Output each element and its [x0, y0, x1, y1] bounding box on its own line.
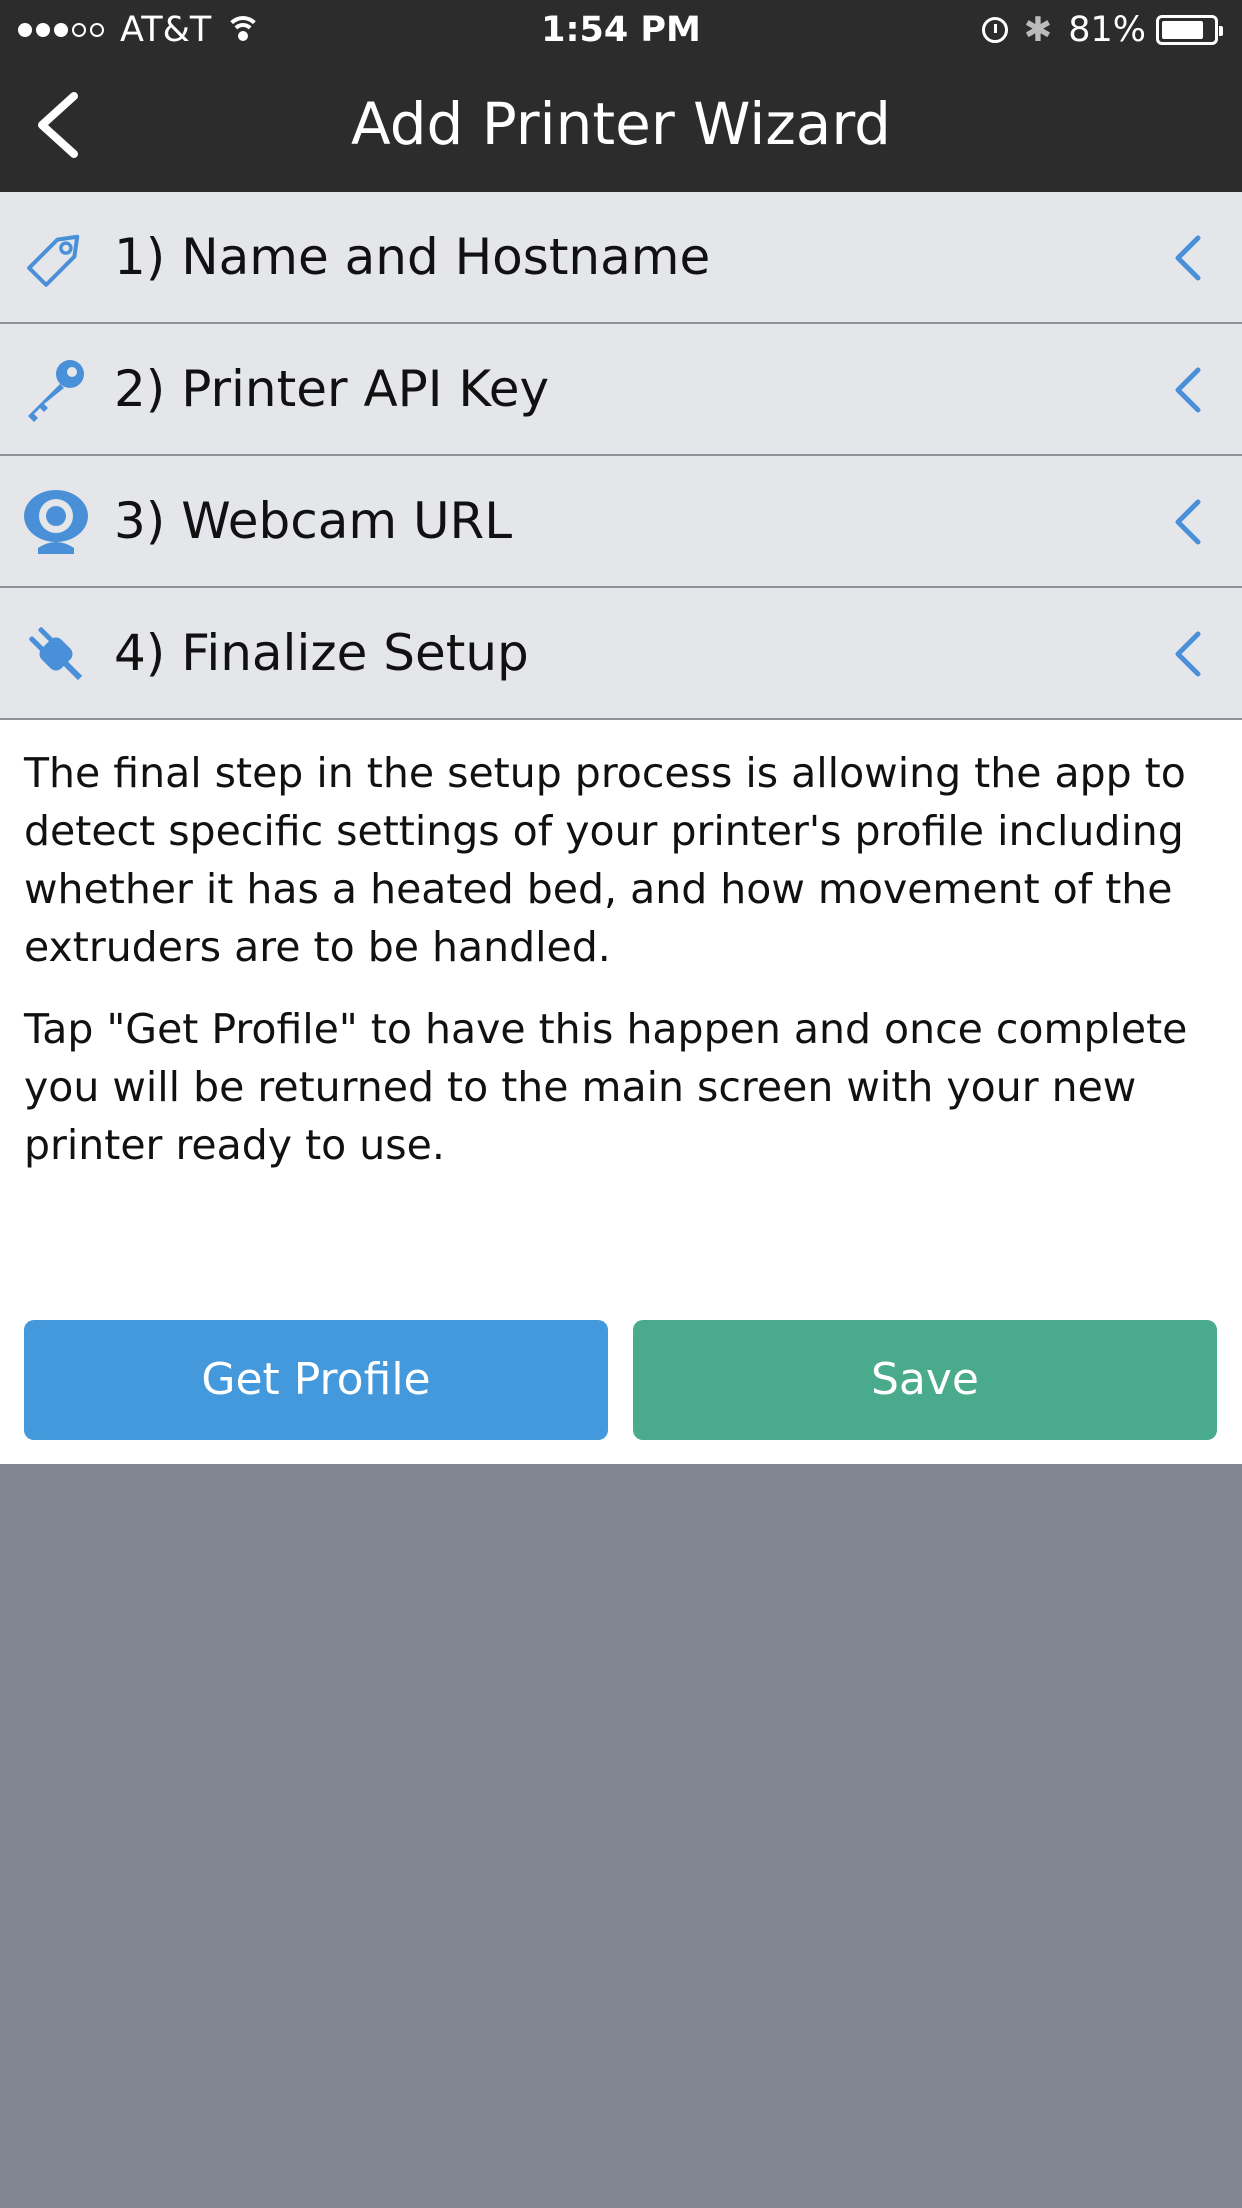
screen: AT&T 1:54 PM ✱ 81% Add Printer Wizard 1)…	[0, 0, 1242, 2208]
wizard-steps: 1) Name and Hostname 2) Printer API Key	[0, 192, 1242, 720]
alarm-icon	[981, 17, 1008, 43]
top-bar: AT&T 1:54 PM ✱ 81% Add Printer Wizard	[0, 0, 1242, 192]
key-icon	[28, 360, 84, 422]
step-label: 1) Name and Hostname	[114, 228, 711, 286]
chevron-left-icon	[1175, 367, 1201, 413]
chevron-left-icon	[1175, 499, 1201, 545]
battery-percent: 81%	[1068, 10, 1146, 50]
status-right: ✱ 81%	[981, 0, 1224, 60]
chevron-left-icon	[1175, 235, 1201, 281]
save-button[interactable]: Save	[633, 1320, 1217, 1440]
step-name-and-hostname[interactable]: 1) Name and Hostname	[0, 192, 1242, 324]
instruction-paragraph: Tap "Get Profile" to have this happen an…	[24, 1005, 1188, 1169]
step-printer-api-key[interactable]: 2) Printer API Key	[0, 324, 1242, 456]
battery-icon	[1156, 15, 1223, 45]
step-webcam-url[interactable]: 3) Webcam URL	[0, 456, 1242, 588]
bluetooth-icon: ✱	[1023, 10, 1053, 50]
instruction-paragraph: The final step in the setup process is a…	[24, 749, 1186, 971]
step-label: 4) Finalize Setup	[114, 624, 529, 682]
tag-icon	[27, 234, 80, 287]
webcam-icon	[24, 490, 88, 554]
step-label: 2) Printer API Key	[114, 360, 550, 418]
status-bar: AT&T 1:54 PM ✱ 81%	[0, 0, 1242, 60]
chevron-left-icon	[1175, 631, 1201, 677]
get-profile-button[interactable]: Get Profile	[24, 1320, 608, 1440]
page-title: Add Printer Wizard	[351, 90, 891, 158]
step-label: 3) Webcam URL	[114, 492, 513, 550]
step-finalize-setup[interactable]: 4) Finalize Setup	[0, 588, 1242, 720]
finalize-setup-panel: The final step in the setup process is a…	[0, 720, 1242, 1464]
navigation-bar: Add Printer Wizard	[0, 60, 1242, 192]
plug-icon	[29, 627, 83, 681]
